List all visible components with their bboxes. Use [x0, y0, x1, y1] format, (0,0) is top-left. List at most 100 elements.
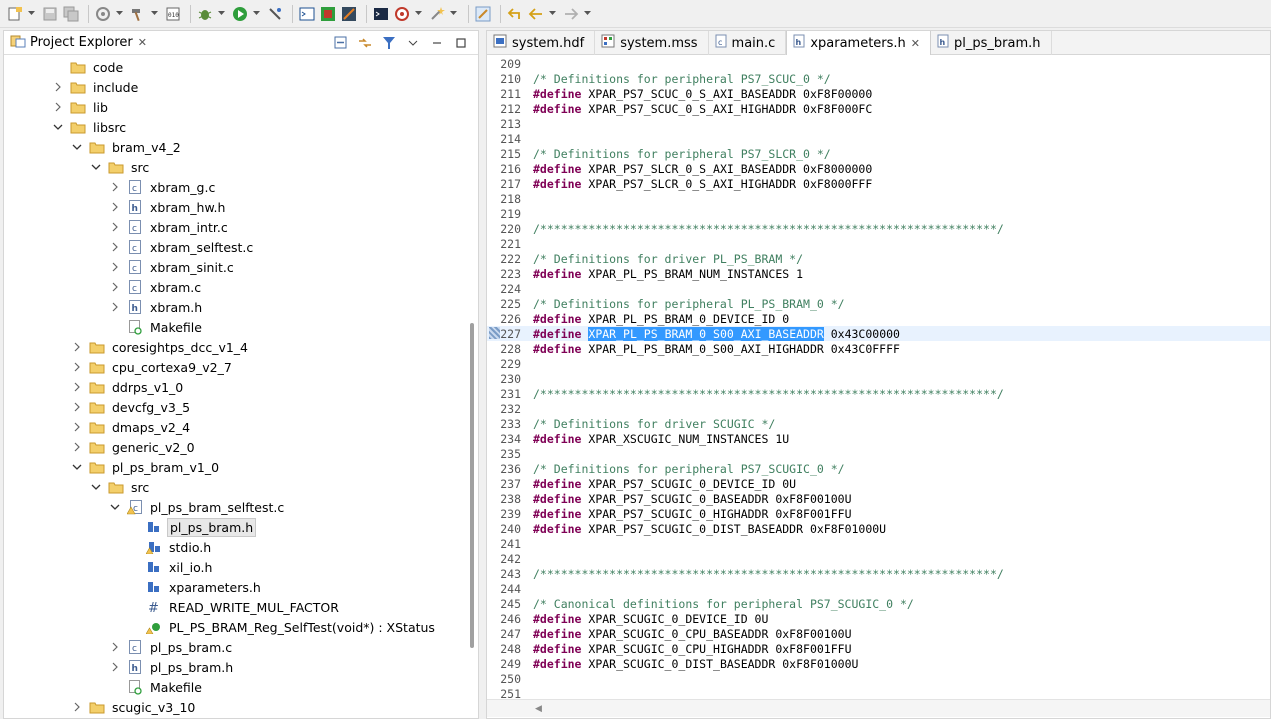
chevron-right-icon[interactable] [109, 281, 121, 293]
tree-item[interactable]: devcfg_v3_5 [4, 397, 192, 417]
scroll-left-icon[interactable]: ◀ [535, 704, 542, 714]
build-config-icon[interactable] [94, 5, 112, 23]
dropdown-arrow-icon[interactable] [217, 5, 225, 23]
editor-tab[interactable]: system.mss [595, 31, 709, 55]
dropdown-arrow-icon[interactable] [150, 5, 158, 23]
tree-item[interactable]: c xbram_selftest.c [4, 237, 255, 257]
tree-item[interactable]: src [4, 157, 151, 177]
chevron-right-icon[interactable] [52, 101, 64, 113]
tree-item[interactable]: pl_ps_bram_v1_0 [4, 457, 221, 477]
editor-tab[interactable]: h xparameters.h ✕ [786, 31, 931, 55]
target-icon[interactable] [393, 5, 411, 23]
tree-item[interactable]: h pl_ps_bram.h [4, 657, 235, 677]
tree-item[interactable]: pl_ps_bram.h [4, 517, 257, 537]
editor-tab[interactable]: h pl_ps_bram.h [931, 31, 1052, 55]
chevron-right-icon[interactable] [71, 441, 83, 453]
tree-item[interactable]: c xbram.c [4, 277, 203, 297]
maximize-icon[interactable] [452, 34, 470, 52]
chevron-right-icon[interactable] [52, 81, 64, 93]
chevron-right-icon[interactable] [109, 181, 121, 193]
dropdown-arrow-icon[interactable] [115, 5, 123, 23]
tree-item[interactable]: c pl_ps_bram_selftest.c [4, 497, 286, 517]
tree-item[interactable]: c pl_ps_bram.c [4, 637, 234, 657]
chevron-down-icon[interactable] [52, 121, 64, 133]
tree-item[interactable]: dmaps_v2_4 [4, 417, 192, 437]
link-with-editor-icon[interactable] [356, 34, 374, 52]
tree-item[interactable]: scugic_v3_10 [4, 697, 197, 717]
dropdown-arrow-icon[interactable] [449, 5, 457, 23]
terminal-icon[interactable] [298, 5, 316, 23]
tree-item[interactable]: coresightps_dcc_v1_4 [4, 337, 250, 357]
tree-item[interactable]: bram_v4_2 [4, 137, 183, 157]
chevron-right-icon[interactable] [109, 201, 121, 213]
tree-item[interactable]: PL_PS_BRAM_Reg_SelfTest(void*) : XStatus [4, 617, 437, 637]
chevron-down-icon[interactable] [109, 501, 121, 513]
dropdown-arrow-icon[interactable] [414, 5, 422, 23]
program-fpga-icon[interactable] [266, 5, 284, 23]
tree-item[interactable]: c xbram_sinit.c [4, 257, 236, 277]
tree-item[interactable]: Makefile [4, 317, 204, 337]
tree-item[interactable]: h xbram.h [4, 297, 204, 317]
chevron-right-icon[interactable] [109, 661, 121, 673]
jtag-icon[interactable] [340, 5, 358, 23]
minimize-icon[interactable] [428, 34, 446, 52]
tree-item[interactable]: include [4, 77, 140, 97]
edit-icon[interactable] [474, 5, 492, 23]
editor-tab[interactable]: c main.c [709, 31, 787, 55]
tree-item[interactable]: c xbram_g.c [4, 177, 217, 197]
code-view[interactable]: 209 210 /* Definitions for peripheral PS7_… [487, 56, 1270, 701]
dropdown-arrow-icon[interactable] [548, 5, 556, 23]
save-icon[interactable] [41, 5, 59, 23]
collapse-all-icon[interactable] [332, 34, 350, 52]
chevron-right-icon[interactable] [109, 641, 121, 653]
tree-scrollbar[interactable] [470, 323, 474, 648]
filter-icon[interactable] [380, 34, 398, 52]
chevron-down-icon[interactable] [71, 141, 83, 153]
chevron-right-icon[interactable] [109, 261, 121, 273]
chevron-right-icon[interactable] [71, 421, 83, 433]
tree-item[interactable]: h xbram_hw.h [4, 197, 227, 217]
run-icon[interactable] [231, 5, 249, 23]
chevron-down-icon[interactable] [71, 461, 83, 473]
chevron-right-icon[interactable] [71, 401, 83, 413]
chevron-right-icon[interactable] [71, 361, 83, 373]
project-explorer-tab[interactable]: Project Explorer ✕ [4, 31, 153, 55]
chevron-down-icon[interactable] [90, 161, 102, 173]
tree-item[interactable]: ddrps_v1_0 [4, 377, 185, 397]
wand-icon[interactable] [428, 5, 446, 23]
tree-item[interactable]: xparameters.h [4, 577, 263, 597]
horizontal-scrollbar[interactable]: ◀ [487, 699, 1270, 717]
tree-item[interactable]: # READ_WRITE_MUL_FACTOR [4, 597, 341, 617]
binary-icon[interactable]: 010 [164, 5, 182, 23]
dropdown-arrow-icon[interactable] [27, 5, 35, 23]
chevron-right-icon[interactable] [71, 381, 83, 393]
chevron-right-icon[interactable] [109, 221, 121, 233]
debug-icon[interactable] [196, 5, 214, 23]
chevron-right-icon[interactable] [109, 301, 121, 313]
tree-item[interactable]: cpu_cortexa9_v2_7 [4, 357, 234, 377]
view-menu-icon[interactable] [404, 34, 422, 52]
chevron-down-icon[interactable] [90, 481, 102, 493]
console-icon[interactable] [372, 5, 390, 23]
chevron-right-icon[interactable] [109, 241, 121, 253]
tree-item[interactable]: stdio.h [4, 537, 213, 557]
tree-item[interactable]: xil_io.h [4, 557, 214, 577]
xsct-icon[interactable] [319, 5, 337, 23]
tree-item[interactable]: code [4, 57, 125, 77]
tree-item[interactable]: src [4, 477, 151, 497]
tree-item[interactable]: lib [4, 97, 110, 117]
editor-tab[interactable]: system.hdf [487, 31, 596, 55]
tree-item[interactable]: libsrc [4, 117, 128, 137]
back-icon[interactable] [527, 5, 545, 23]
close-icon[interactable]: ✕ [911, 37, 920, 50]
tree-item[interactable]: generic_v2_0 [4, 437, 197, 457]
tree-item[interactable]: c xbram_intr.c [4, 217, 230, 237]
close-icon[interactable]: ✕ [138, 36, 147, 49]
hammer-icon[interactable] [129, 5, 147, 23]
new-icon[interactable] [6, 5, 24, 23]
chevron-right-icon[interactable] [71, 341, 83, 353]
save-all-icon[interactable] [62, 5, 80, 23]
forward-icon[interactable] [562, 5, 580, 23]
dropdown-arrow-icon[interactable] [252, 5, 260, 23]
dropdown-arrow-icon[interactable] [583, 5, 591, 23]
